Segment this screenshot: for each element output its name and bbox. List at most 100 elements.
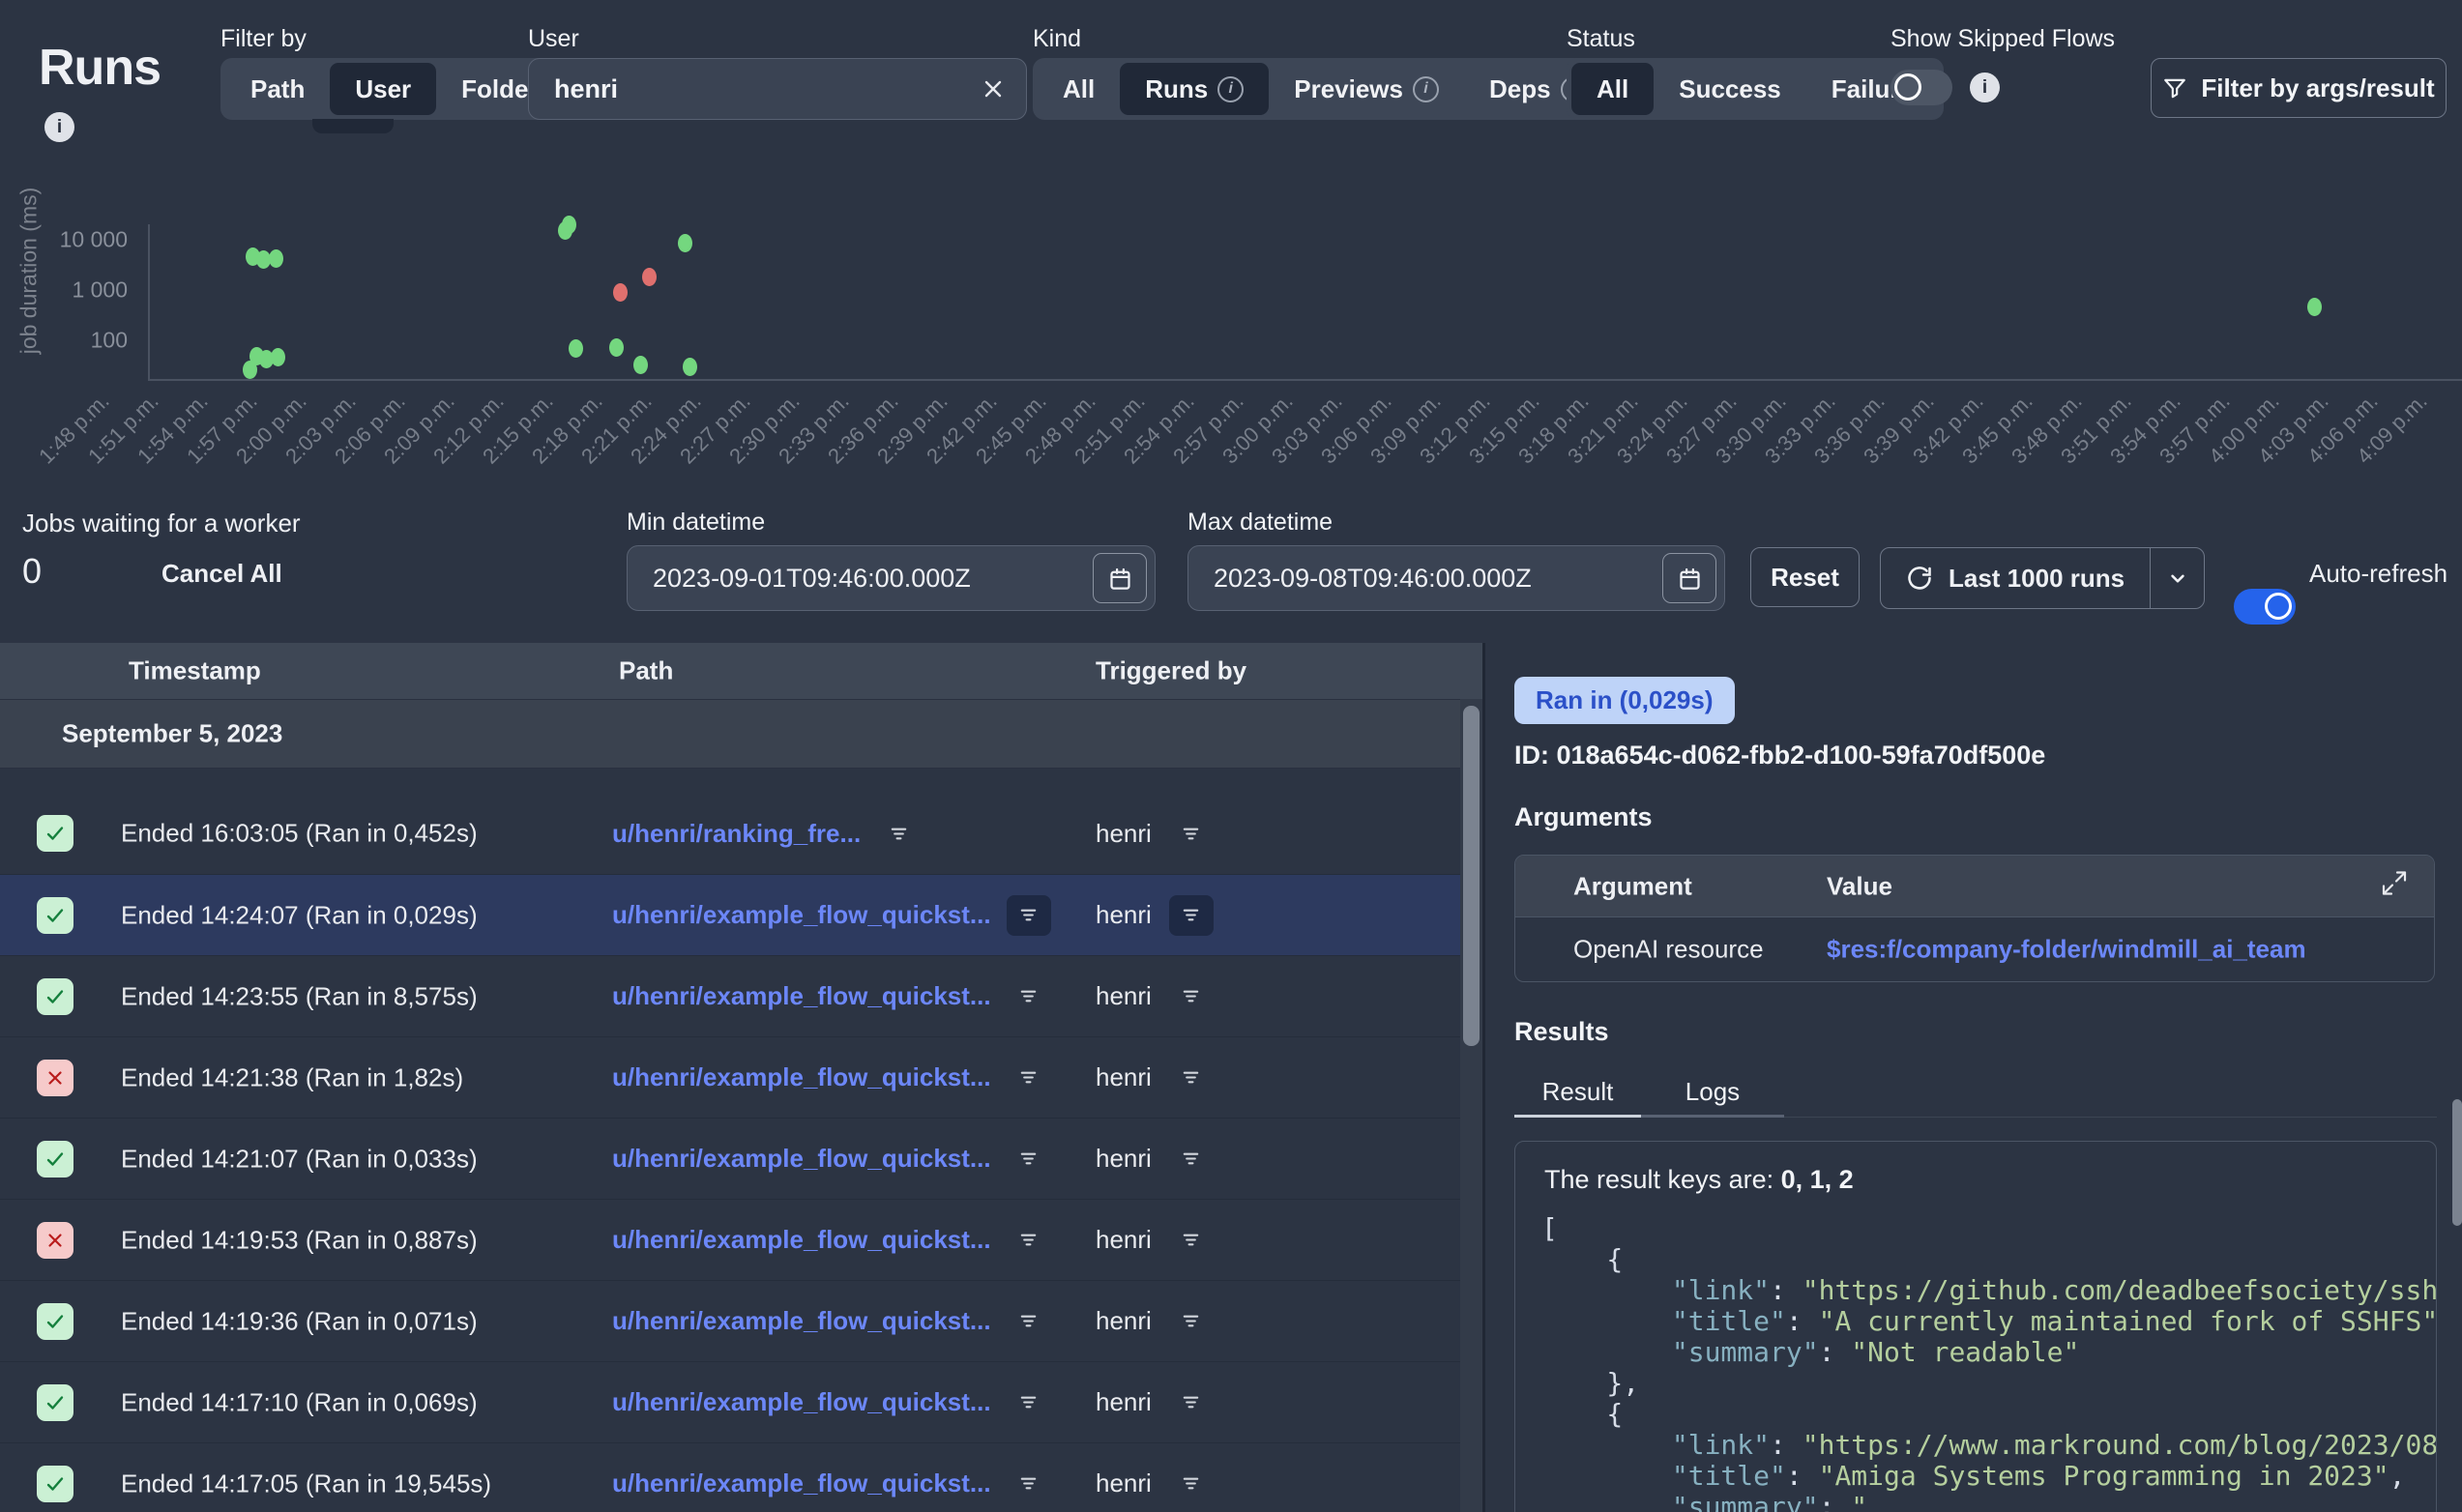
filter-by-user-button[interactable] [1169, 813, 1214, 854]
auto-refresh-toggle[interactable] [2234, 589, 2296, 625]
refresh-icon [1906, 565, 1933, 592]
run-path-link[interactable]: u/henri/ranking_fre... [612, 819, 861, 849]
filter-by-user-button[interactable] [1169, 1301, 1214, 1342]
expand-arguments-button[interactable] [2380, 868, 2409, 904]
table-row[interactable]: Ended 14:21:38 (Ran in 1,82s) u/henri/exa… [0, 1036, 1460, 1118]
kind-option-runs[interactable]: Runsi [1120, 63, 1269, 115]
table-row[interactable]: Ended 14:21:07 (Ran in 0,033s)u/henri/ex… [0, 1118, 1460, 1199]
triggered-by-user: henri [1096, 1062, 1152, 1092]
filter-by-path-button[interactable] [1007, 1464, 1051, 1504]
table-row[interactable]: Ended 14:19:36 (Ran in 0,071s)u/henri/ex… [0, 1280, 1460, 1361]
last-runs-dropdown-button[interactable] [2150, 548, 2204, 608]
reset-button[interactable]: Reset [1750, 547, 1860, 607]
show-skipped-toggle[interactable] [1890, 70, 1952, 105]
filter-by-user-button[interactable] [1169, 1464, 1214, 1504]
triggered-by-user: henri [1096, 1306, 1152, 1336]
table-row[interactable]: Ended 14:17:05 (Ran in 19,545s) u/henri/e… [0, 1442, 1460, 1512]
run-path-link[interactable]: u/henri/example_flow_quickst... [612, 1144, 991, 1174]
chart-point-success[interactable] [683, 358, 697, 376]
run-path-link[interactable]: u/henri/example_flow_quickst... [612, 1306, 991, 1336]
argument-value-link[interactable]: $res:f/company-folder/windmill_ai_team [1827, 934, 2306, 964]
check-icon [44, 1148, 67, 1171]
chart-point-success[interactable] [269, 249, 283, 268]
min-datetime-input[interactable] [628, 564, 1093, 594]
status-option-all[interactable]: All [1571, 63, 1654, 115]
arguments-title: Arguments [1514, 802, 1653, 832]
chart-point-success[interactable] [609, 338, 624, 357]
chart-point-success[interactable] [569, 339, 583, 358]
result-json-line: }, [1541, 1368, 2421, 1399]
tab-logs[interactable]: Logs [1641, 1069, 1784, 1115]
segment-label: All [1597, 74, 1628, 104]
last-runs-refresh-button[interactable]: Last 1000 runs [1881, 548, 2150, 608]
user-filter-label: User [528, 25, 579, 53]
results-title: Results [1514, 1017, 1609, 1047]
status-label: Status [1567, 25, 1635, 53]
filter-by-path-button[interactable] [1007, 1220, 1051, 1261]
table-scrollbar-thumb[interactable] [1463, 706, 1480, 1046]
filter-by-user-button[interactable] [1169, 1058, 1214, 1098]
filter-by-path-button[interactable] [876, 813, 921, 854]
user-filter-input[interactable] [529, 74, 982, 104]
filter-by-user-button[interactable] [1169, 1220, 1214, 1261]
run-triggered-by-cell: henri [1096, 1301, 1214, 1342]
filter-by-option-path[interactable]: Path [225, 63, 330, 115]
run-path-link[interactable]: u/henri/example_flow_quickst... [612, 1062, 991, 1092]
run-path-link[interactable]: u/henri/example_flow_quickst... [612, 981, 991, 1011]
filter-by-user-button[interactable] [1169, 895, 1214, 936]
chart-point-success[interactable] [271, 348, 285, 366]
run-triggered-by-cell: henri [1096, 1464, 1214, 1504]
filter-by-option-user[interactable]: User [330, 63, 436, 115]
filter-by-path-button[interactable] [1007, 1382, 1051, 1423]
run-timestamp: Ended 14:21:38 (Ran in 1,82s) [121, 1062, 463, 1092]
filter-by-user-button[interactable] [1169, 1382, 1214, 1423]
filter-by-path-button[interactable] [1007, 1301, 1051, 1342]
chart-point-success[interactable] [562, 216, 576, 234]
runs-list: Ended 16:03:05 (Ran in 0,452s) u/henri/ra… [0, 793, 1460, 1512]
chart-point-success[interactable] [633, 356, 648, 374]
run-path-link[interactable]: u/henri/example_flow_quickst... [612, 1468, 991, 1498]
show-skipped-info-icon[interactable]: i [1970, 73, 2000, 102]
table-row[interactable]: Ended 14:19:53 (Ran in 0,887s)u/henri/ex… [0, 1199, 1460, 1280]
kind-option-previews[interactable]: Previewsi [1269, 63, 1464, 115]
calendar-icon [1677, 566, 1703, 592]
tab-result[interactable]: Result [1514, 1069, 1641, 1115]
chart-x-axis-line [148, 379, 2462, 381]
table-row[interactable]: Ended 14:24:07 (Ran in 0,029s)u/henri/ex… [0, 874, 1460, 955]
filter-by-path-button[interactable] [1007, 1139, 1051, 1179]
chart-point-success[interactable] [678, 234, 692, 252]
chart-point-failure[interactable] [642, 268, 657, 286]
table-row[interactable]: Ended 14:17:10 (Ran in 0,069s)u/henri/ex… [0, 1361, 1460, 1442]
page-scrollbar-thumb[interactable] [2452, 1099, 2462, 1226]
chart-point-failure[interactable] [613, 283, 628, 302]
chart-point-success[interactable] [2307, 298, 2322, 316]
runs-info-icon[interactable]: i [44, 112, 74, 142]
max-datetime-calendar-button[interactable] [1662, 553, 1716, 603]
status-option-success[interactable]: Success [1654, 63, 1806, 115]
run-path-link[interactable]: u/henri/example_flow_quickst... [612, 1387, 991, 1417]
filter-by-path-button[interactable] [1007, 895, 1051, 936]
info-icon[interactable]: i [1217, 76, 1244, 102]
argument-name: OpenAI resource [1573, 934, 1764, 964]
filter-args-button[interactable]: Filter by args/result [2151, 58, 2447, 118]
jobs-waiting-label: Jobs waiting for a worker [22, 509, 301, 538]
max-datetime-input[interactable] [1188, 564, 1662, 594]
filter-by-path-button[interactable] [1007, 976, 1051, 1017]
check-icon [44, 1310, 67, 1333]
filter-by-path-button[interactable] [1007, 1058, 1051, 1098]
run-timestamp: Ended 14:17:05 (Ran in 19,545s) [121, 1468, 491, 1498]
filter-by-user-button[interactable] [1169, 1139, 1214, 1179]
clear-user-filter-icon[interactable] [982, 77, 1026, 101]
table-row[interactable]: Ended 14:23:55 (Ran in 8,575s)u/henri/ex… [0, 955, 1460, 1036]
min-datetime-calendar-button[interactable] [1093, 553, 1147, 603]
run-path-link[interactable]: u/henri/example_flow_quickst... [612, 1225, 991, 1255]
table-row[interactable]: Ended 16:03:05 (Ran in 0,452s) u/henri/ra… [0, 793, 1460, 874]
kind-option-all[interactable]: All [1038, 63, 1120, 115]
info-icon[interactable]: i [1413, 76, 1439, 102]
job-duration-chart: job duration (ms) 10 0001 0001001:48 p.m… [0, 203, 2462, 493]
cancel-all-button[interactable]: Cancel All [161, 559, 282, 589]
page-title: Runs [39, 39, 161, 97]
run-timestamp: Ended 16:03:05 (Ran in 0,452s) [121, 819, 478, 849]
run-path-link[interactable]: u/henri/example_flow_quickst... [612, 900, 991, 930]
filter-by-user-button[interactable] [1169, 976, 1214, 1017]
